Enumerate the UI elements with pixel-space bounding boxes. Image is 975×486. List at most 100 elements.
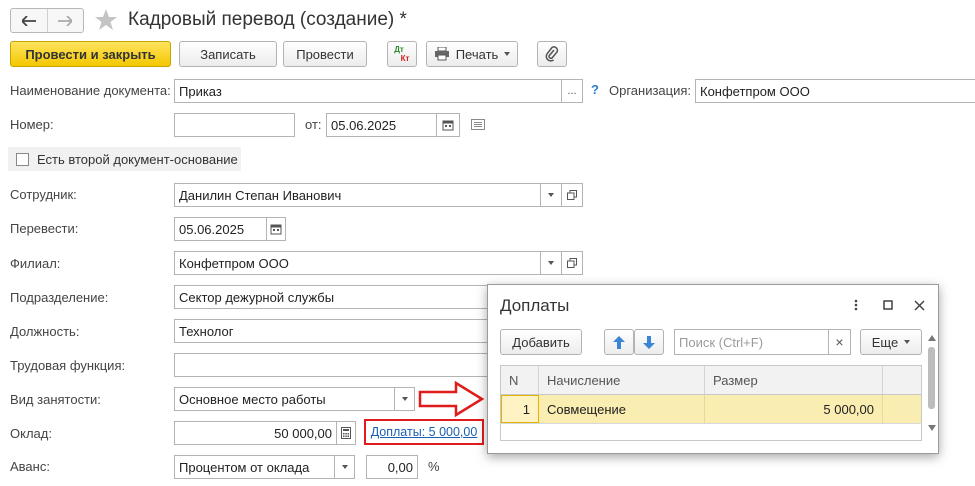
table-empty-area [500, 423, 922, 441]
date-from-calendar-button[interactable] [436, 113, 460, 137]
paperclip-icon [545, 46, 559, 62]
table-row[interactable]: 1 Совмещение 5 000,00 [500, 395, 922, 423]
scrollbar-thumb[interactable] [928, 347, 935, 409]
arrow-right-icon [58, 15, 73, 26]
second-doc-checkbox-row[interactable]: Есть второй документ-основание [8, 147, 241, 171]
position-value: Технолог [179, 323, 234, 339]
arrow-up-icon [613, 335, 625, 349]
dialog-title: Доплаты [500, 296, 570, 315]
favorite-star-icon[interactable] [94, 8, 118, 32]
branch-open-button[interactable] [561, 251, 583, 275]
date-from-value: 05.06.2025 [331, 117, 397, 133]
advance-label: Аванс: [10, 459, 50, 474]
allowances-highlight: Доплаты: 5 000,00 [364, 419, 484, 445]
cell-accrual[interactable]: Совмещение [539, 395, 705, 423]
maximize-icon[interactable] [878, 295, 898, 315]
advance-field[interactable]: Процентом от оклада [174, 455, 335, 479]
dt-label: Дт [394, 45, 404, 54]
position-field[interactable]: Технолог [174, 319, 494, 343]
open-window-icon [567, 190, 577, 200]
advance-percent-value: 0,00 [387, 459, 413, 475]
add-button[interactable]: Добавить [500, 329, 582, 355]
back-button[interactable] [11, 9, 47, 32]
employee-dropdown-button[interactable] [540, 183, 562, 207]
window-title: Кадровый перевод (создание) * [128, 9, 407, 30]
open-window-icon [567, 258, 577, 268]
doc-name-choose-button[interactable]: ... [561, 79, 583, 103]
employment-field[interactable]: Основное место работы [174, 387, 395, 411]
transfer-label: Перевести: [10, 221, 79, 236]
second-doc-label: Есть второй документ-основание [37, 151, 238, 167]
calculator-icon [341, 427, 351, 439]
number-field[interactable] [174, 113, 295, 137]
employee-field[interactable]: Данилин Степан Иванович [174, 183, 541, 207]
chevron-down-icon [504, 52, 511, 56]
employment-dropdown-button[interactable] [394, 387, 415, 411]
print-button[interactable]: Печать [426, 41, 518, 67]
employment-label: Вид занятости: [10, 392, 101, 407]
branch-dropdown-button[interactable] [540, 251, 562, 275]
help-icon[interactable]: ? [591, 82, 599, 97]
more-label: Еще [871, 334, 899, 350]
search-clear-button[interactable]: × [828, 329, 851, 355]
move-up-button[interactable] [604, 329, 634, 355]
comment-icon[interactable] [471, 119, 485, 131]
scroll-down-icon[interactable] [928, 425, 936, 431]
salary-calculator-button[interactable] [336, 421, 356, 445]
calendar-icon [442, 120, 454, 131]
chevron-down-icon [904, 340, 911, 344]
calendar-icon [270, 224, 282, 235]
date-from-label: от: [305, 117, 322, 132]
chevron-down-icon [341, 465, 348, 469]
search-placeholder: Поиск (Ctrl+F) [679, 334, 764, 350]
column-header-n[interactable]: N [501, 366, 539, 394]
branch-value: Конфетпром ООО [179, 255, 289, 271]
search-input[interactable]: Поиск (Ctrl+F) [674, 329, 829, 355]
salary-value: 50 000,00 [274, 425, 332, 441]
post-button[interactable]: Провести [283, 41, 367, 67]
dt-kt-button[interactable]: Дт Кт [387, 41, 417, 67]
branch-field[interactable]: Конфетпром ООО [174, 251, 541, 275]
advance-dropdown-button[interactable] [334, 455, 355, 479]
employee-open-button[interactable] [561, 183, 583, 207]
more-button[interactable]: Еще [860, 329, 922, 355]
transfer-calendar-button[interactable] [266, 217, 286, 241]
second-doc-checkbox[interactable] [16, 152, 29, 166]
attach-button[interactable] [537, 41, 567, 67]
save-button[interactable]: Записать [179, 41, 277, 67]
employee-label: Сотрудник: [10, 187, 77, 202]
move-down-button[interactable] [634, 329, 664, 355]
doc-name-label: Наименование документа: [10, 83, 171, 98]
cell-n[interactable]: 1 [501, 395, 539, 423]
position-label: Должность: [10, 324, 80, 339]
more-vert-icon[interactable] [846, 295, 866, 315]
post-and-close-button[interactable]: Провести и закрыть [10, 41, 171, 67]
annotation-arrow-icon [418, 380, 485, 418]
number-label: Номер: [10, 117, 54, 132]
organization-value: Конфетпром ООО [700, 83, 810, 99]
salary-field[interactable]: 50 000,00 [174, 421, 337, 445]
history-nav [10, 8, 84, 33]
advance-percent-field[interactable]: 0,00 [366, 455, 418, 479]
transfer-date-value: 05.06.2025 [179, 221, 245, 237]
organization-field[interactable]: Конфетпром ООО [695, 79, 975, 103]
date-from-field[interactable]: 05.06.2025 [326, 113, 437, 137]
column-header-accrual[interactable]: Начисление [539, 366, 705, 394]
employee-value: Данилин Степан Иванович [179, 187, 342, 203]
branch-label: Филиал: [10, 256, 61, 271]
labor-function-label: Трудовая функция: [10, 358, 126, 373]
close-icon[interactable] [909, 295, 929, 315]
forward-button[interactable] [46, 9, 84, 32]
salary-label: Оклад: [10, 426, 52, 441]
department-field[interactable]: Сектор дежурной службы [174, 285, 494, 309]
column-header-amount[interactable]: Размер [705, 366, 883, 394]
scroll-up-icon[interactable] [928, 335, 936, 341]
printer-icon [434, 47, 449, 61]
doc-name-field[interactable]: Приказ [174, 79, 562, 103]
transfer-date-field[interactable]: 05.06.2025 [174, 217, 267, 241]
advance-value: Процентом от оклада [179, 459, 310, 475]
cell-amount[interactable]: 5 000,00 [705, 395, 883, 423]
labor-function-field[interactable] [174, 353, 494, 377]
column-header-empty [883, 366, 921, 394]
allowances-link[interactable]: Доплаты: 5 000,00 [371, 425, 478, 439]
